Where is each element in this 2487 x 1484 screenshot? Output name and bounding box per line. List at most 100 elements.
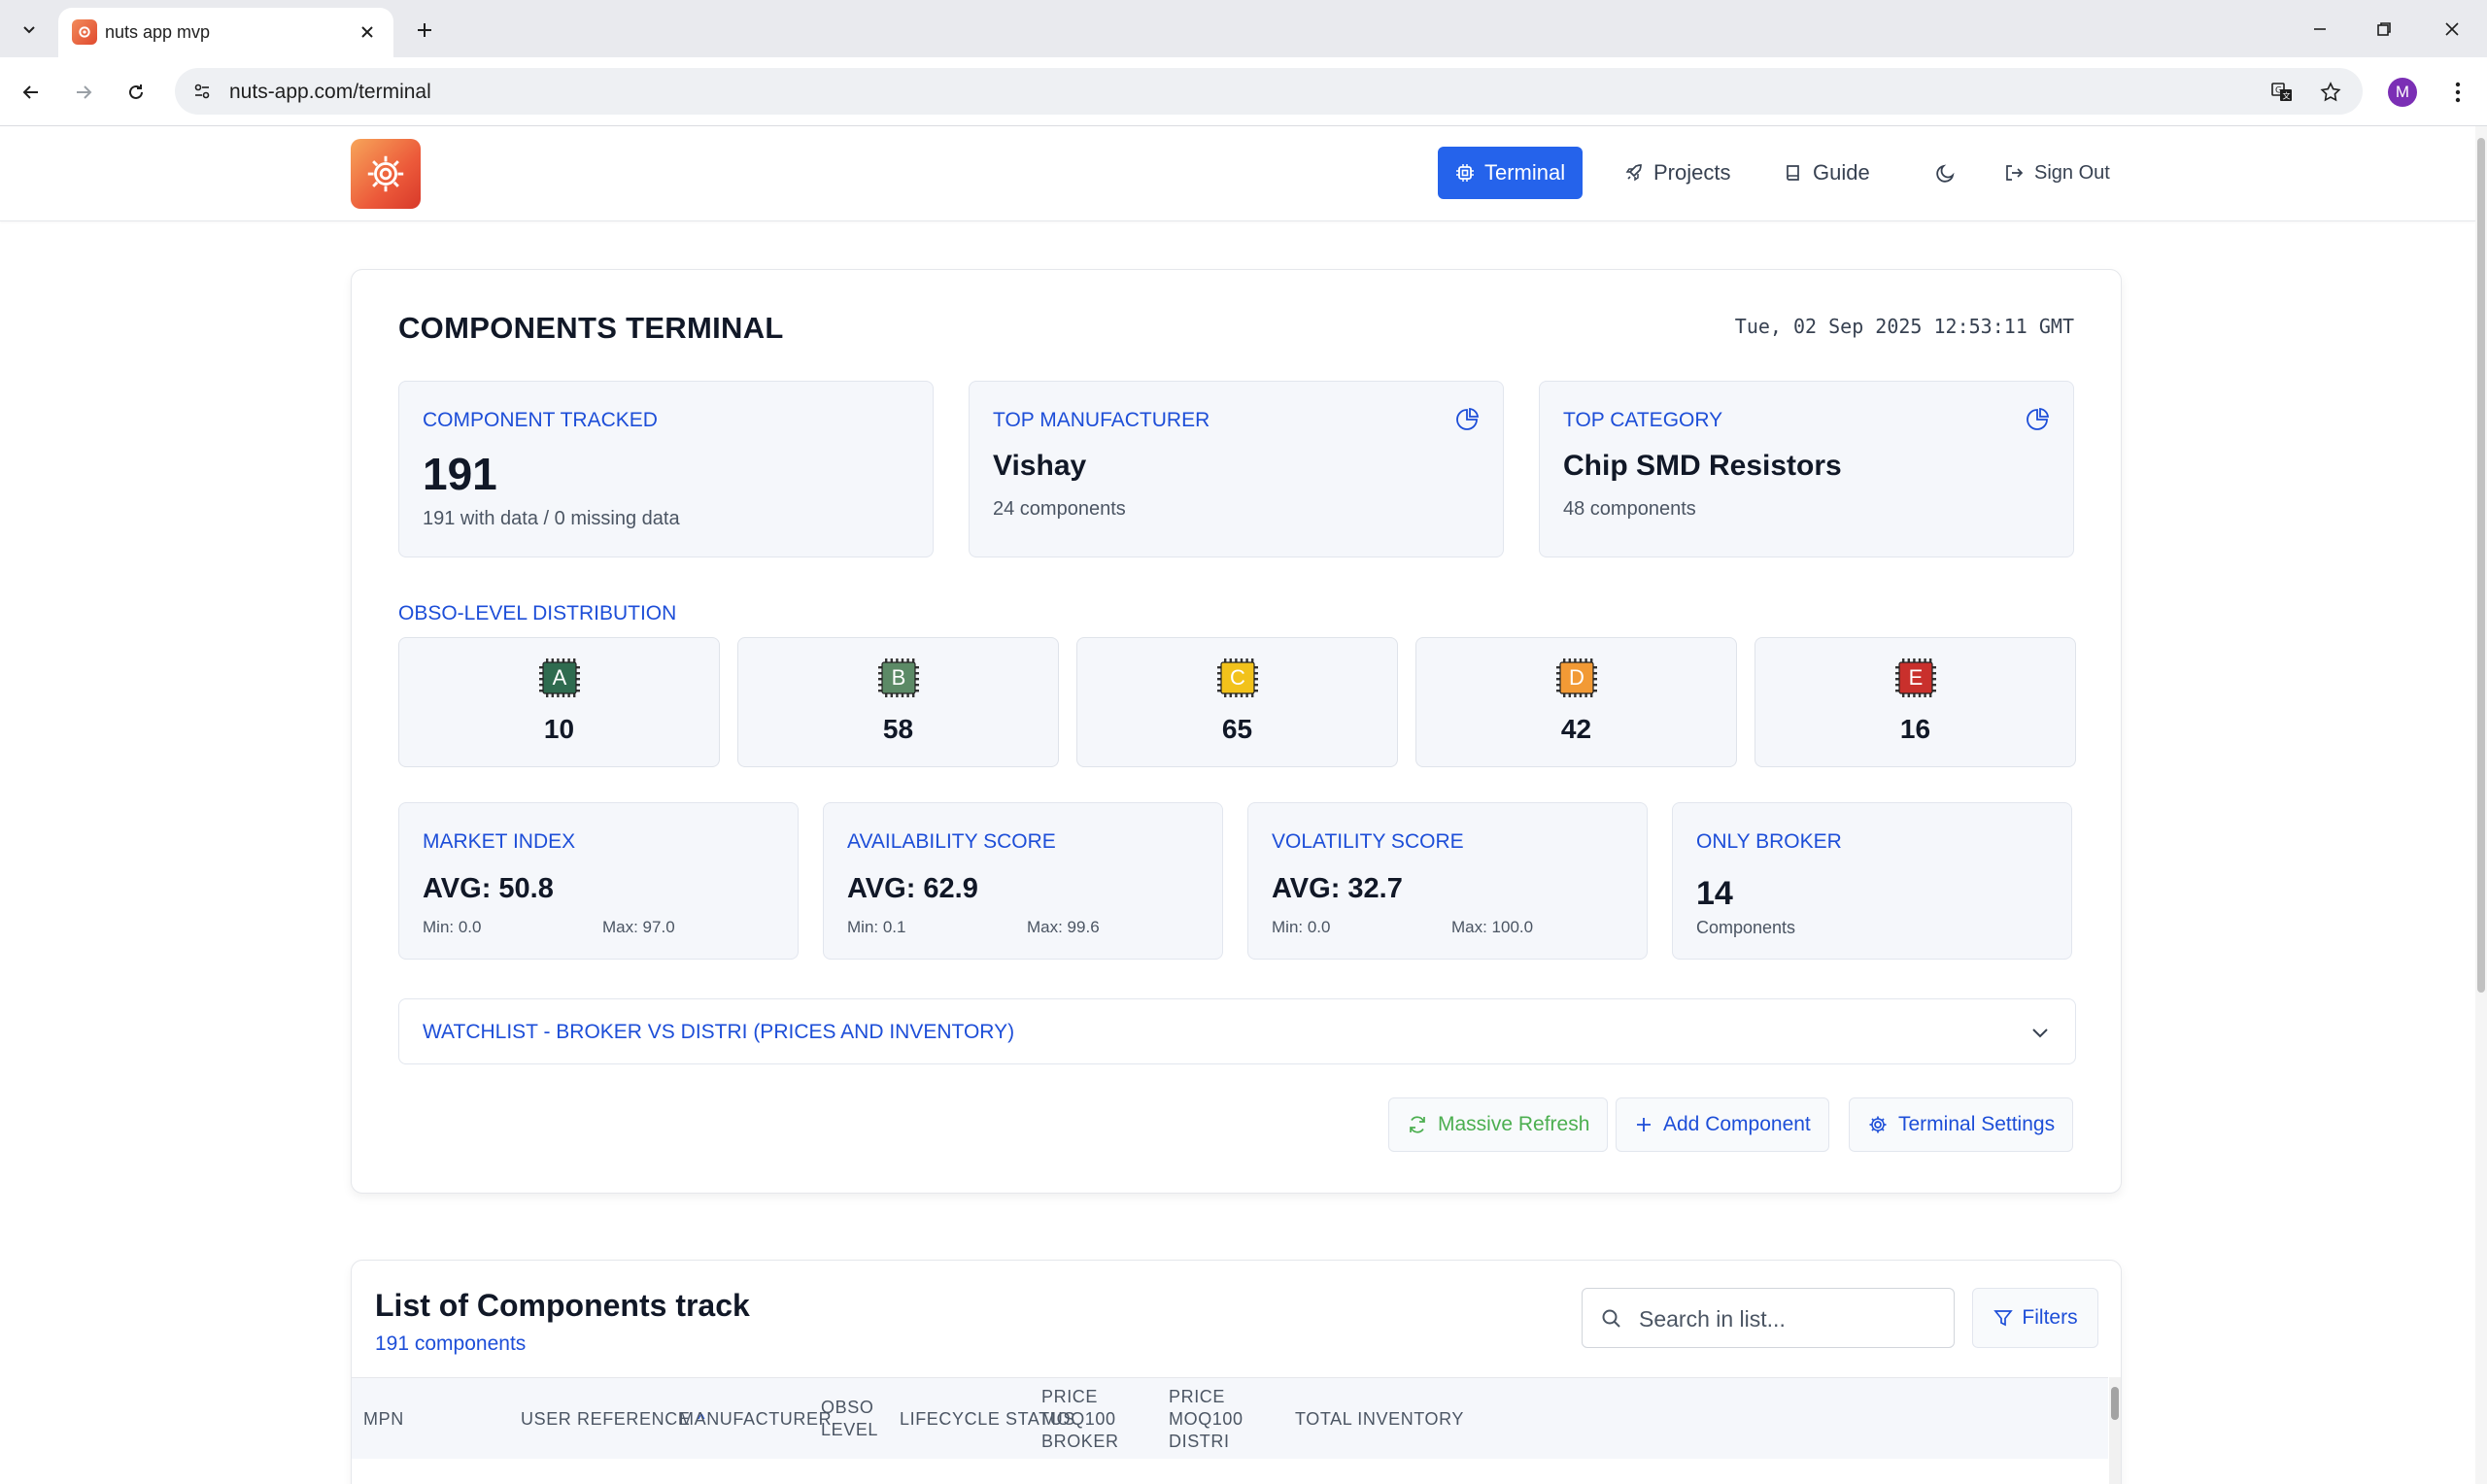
column-header-price-distri[interactable]: PRICE MOQ100 DISTRI (1169, 1378, 1293, 1460)
obso-level-e[interactable]: E 16 (1755, 637, 2076, 767)
stat-top-manufacturer: TOP MANUFACTURER Vishay 24 components (969, 381, 1504, 557)
watchlist-accordion[interactable]: WATCHLIST - BROKER VS DISTRI (PRICES AND… (398, 998, 2076, 1064)
restore-icon[interactable] (2355, 10, 2413, 49)
filters-label: Filters (2022, 1306, 2078, 1329)
stat-top-category: TOP CATEGORY Chip SMD Resistors 48 compo… (1539, 381, 2074, 557)
close-tab-icon[interactable] (355, 19, 380, 45)
obso-letter: B (891, 665, 906, 690)
site-info-icon[interactable] (188, 78, 216, 105)
search-box[interactable] (1582, 1288, 1955, 1348)
url-text[interactable]: nuts-app.com/terminal (229, 81, 431, 104)
browser-toolbar: nuts-app.com/terminal G文 M (0, 57, 2487, 126)
metric-max: Max: 99.6 (1027, 918, 1100, 936)
app-header: Terminal Projects Guide Sign Out (0, 126, 2475, 221)
table-row[interactable] (352, 1459, 2108, 1484)
browser-tab-active[interactable]: nuts app mvp (58, 8, 393, 57)
tab-title: nuts app mvp (105, 22, 211, 42)
obso-level-b[interactable]: B 58 (737, 637, 1059, 767)
metric-average: AVG: 50.8 (423, 873, 554, 904)
timestamp: Tue, 02 Sep 2025 12:53:11 GMT (1734, 315, 2074, 338)
components-terminal-card: COMPONENTS TERMINAL Tue, 02 Sep 2025 12:… (351, 269, 2122, 1194)
table-scrollbar[interactable] (2109, 1377, 2121, 1484)
obso-letter: D (1569, 665, 1584, 690)
metric-average: AVG: 62.9 (847, 873, 978, 904)
stat-subtext: 48 components (1563, 498, 1696, 520)
chip-icon: A (537, 658, 582, 698)
gear-icon (1869, 1116, 1887, 1133)
metric-subtext: Components (1696, 918, 1796, 937)
search-icon (1602, 1309, 1620, 1328)
nav-guide-label: Guide (1813, 160, 1870, 185)
chevron-down-icon[interactable] (2027, 1019, 2054, 1046)
obso-letter: E (1908, 665, 1924, 690)
terminal-settings-button[interactable]: Terminal Settings (1849, 1097, 2074, 1152)
metric-max: Max: 100.0 (1451, 918, 1534, 936)
watchlist-label: WATCHLIST - BROKER VS DISTRI (PRICES AND… (423, 1021, 1015, 1043)
add-component-label: Add Component (1663, 1113, 1811, 1135)
reload-icon[interactable] (119, 75, 153, 110)
massive-refresh-button[interactable]: Massive Refresh (1388, 1097, 1609, 1152)
pie-chart-icon[interactable] (1454, 407, 1480, 432)
search-input[interactable] (1639, 1302, 1940, 1335)
massive-refresh-label: Massive Refresh (1438, 1113, 1590, 1135)
translate-icon[interactable]: G文 (2267, 78, 2297, 107)
filter-icon (1993, 1310, 2014, 1327)
app-logo[interactable] (351, 139, 421, 209)
new-tab-plus-icon[interactable] (408, 14, 441, 47)
plus-icon (1637, 1118, 1651, 1131)
column-header-manufacturer[interactable]: MANUFACTURER (679, 1378, 832, 1460)
refresh-icon (1410, 1116, 1425, 1133)
tab-list-chevron-icon[interactable] (14, 14, 45, 45)
obso-level-c[interactable]: C 65 (1076, 637, 1398, 767)
nav-projects-button[interactable]: Projects (1607, 147, 1748, 199)
column-header-price-broker[interactable]: PRICE MOQ100 BROKER (1041, 1378, 1166, 1460)
nav-terminal-label: Terminal (1484, 160, 1566, 185)
obso-letter: A (552, 665, 567, 690)
bookmark-star-icon[interactable] (2316, 78, 2345, 107)
sign-out-button[interactable]: Sign Out (1986, 147, 2128, 199)
page-viewport: Terminal Projects Guide Sign Out COMPONE… (0, 126, 2475, 1484)
stat-label: TOP CATEGORY (1563, 409, 1723, 431)
sign-out-icon (2006, 165, 2024, 181)
nav-projects-label: Projects (1653, 160, 1731, 185)
table-scroll-thumb[interactable] (2111, 1387, 2119, 1420)
nav-terminal-button[interactable]: Terminal (1438, 147, 1584, 199)
obso-count: 16 (1899, 714, 1931, 744)
obso-letter: C (1230, 665, 1245, 690)
metric-availability-score: AVAILABILITY SCORE AVG: 62.9 Min: 0.1 Ma… (823, 802, 1223, 960)
obso-count: 58 (882, 714, 914, 744)
obso-count: 42 (1560, 714, 1592, 744)
page-scroll-thumb[interactable] (2477, 138, 2485, 993)
back-arrow-icon[interactable] (14, 75, 49, 110)
close-window-icon[interactable] (2423, 10, 2481, 49)
stat-label: COMPONENT TRACKED (423, 409, 658, 431)
page-scrollbar[interactable] (2475, 126, 2487, 1484)
minimize-icon[interactable] (2291, 10, 2349, 49)
column-header-mpn[interactable]: MPN (363, 1378, 404, 1460)
stat-value: Chip SMD Resistors (1563, 450, 1842, 482)
forward-arrow-icon[interactable] (66, 75, 101, 110)
column-header-obso-level[interactable]: OBSO LEVEL (821, 1378, 899, 1460)
stat-subtext: 191 with data / 0 missing data (423, 508, 680, 529)
pie-chart-icon[interactable] (2025, 407, 2050, 432)
obso-count: 65 (1221, 714, 1253, 744)
list-title: List of Components track (375, 1288, 750, 1323)
column-header-total-inventory[interactable]: TOTAL INVENTORY (1295, 1378, 1464, 1460)
obso-level-a[interactable]: A 10 (398, 637, 720, 767)
stat-subtext: 24 components (993, 498, 1126, 520)
book-icon (1787, 165, 1799, 181)
browser-tab-bar: nuts app mvp (0, 0, 2487, 57)
address-bar[interactable]: nuts-app.com/terminal G文 (175, 68, 2363, 115)
nav-guide-button[interactable]: Guide (1766, 147, 1888, 199)
obso-level-d[interactable]: D 42 (1415, 637, 1737, 767)
dark-mode-toggle[interactable] (1916, 147, 1976, 199)
add-component-button[interactable]: Add Component (1616, 1097, 1829, 1152)
filters-button[interactable]: Filters (1972, 1288, 2098, 1348)
metric-label: AVAILABILITY SCORE (847, 830, 1056, 853)
stat-value: 191 (423, 449, 497, 499)
browser-menu-icon[interactable] (2440, 75, 2475, 110)
components-list-card: List of Components track 191 components … (351, 1260, 2122, 1484)
column-header-user-reference[interactable]: USER REFERENCE ^ (521, 1378, 705, 1460)
profile-avatar[interactable]: M (2388, 78, 2417, 107)
gear-logo-icon (367, 155, 404, 192)
